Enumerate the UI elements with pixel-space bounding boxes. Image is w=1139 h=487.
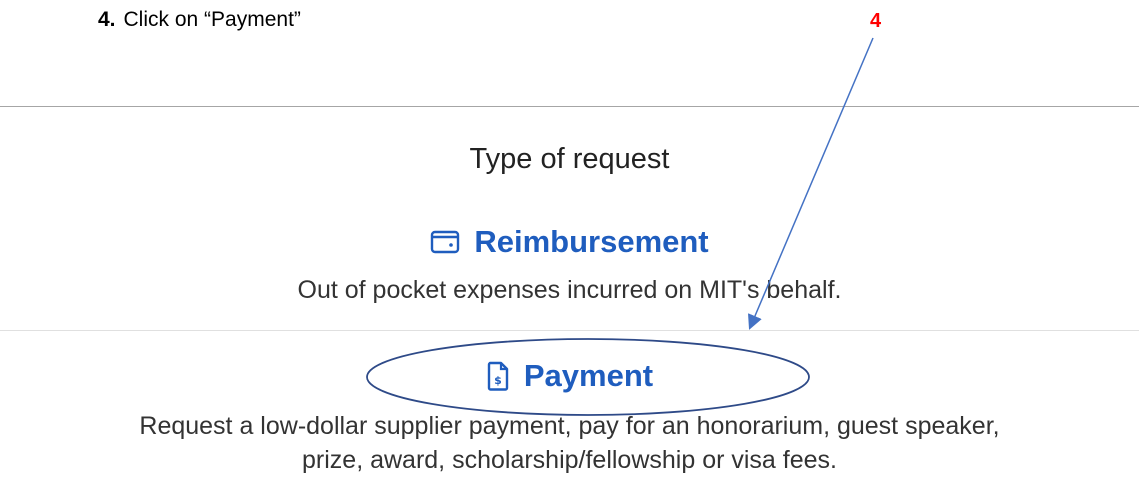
option-divider bbox=[0, 330, 1139, 331]
reimbursement-option[interactable]: Reimbursement bbox=[0, 218, 1139, 266]
reimbursement-label: Reimbursement bbox=[474, 224, 709, 259]
top-divider bbox=[0, 106, 1139, 107]
svg-text:$: $ bbox=[494, 374, 502, 387]
section-title: Type of request bbox=[469, 143, 670, 175]
step-marker: 4 bbox=[870, 10, 882, 32]
reimbursement-description: Out of pocket expenses incurred on MIT's… bbox=[297, 276, 842, 304]
instruction-step: 4. Click on “Payment” bbox=[98, 8, 301, 32]
step-number: 4. bbox=[98, 8, 116, 31]
payment-label: Payment bbox=[523, 358, 654, 393]
payment-option[interactable]: $ Payment bbox=[0, 352, 1139, 400]
receipt-dollar-icon: $ bbox=[486, 361, 510, 391]
wallet-icon bbox=[430, 229, 460, 255]
payment-description-line-1: Request a low-dollar supplier payment, p… bbox=[139, 412, 1000, 440]
payment-description: Request a low-dollar supplier payment, p… bbox=[0, 409, 1139, 477]
step-text: Click on “Payment” bbox=[123, 8, 301, 31]
payment-description-line-2: prize, award, scholarship/fellowship or … bbox=[302, 446, 837, 474]
